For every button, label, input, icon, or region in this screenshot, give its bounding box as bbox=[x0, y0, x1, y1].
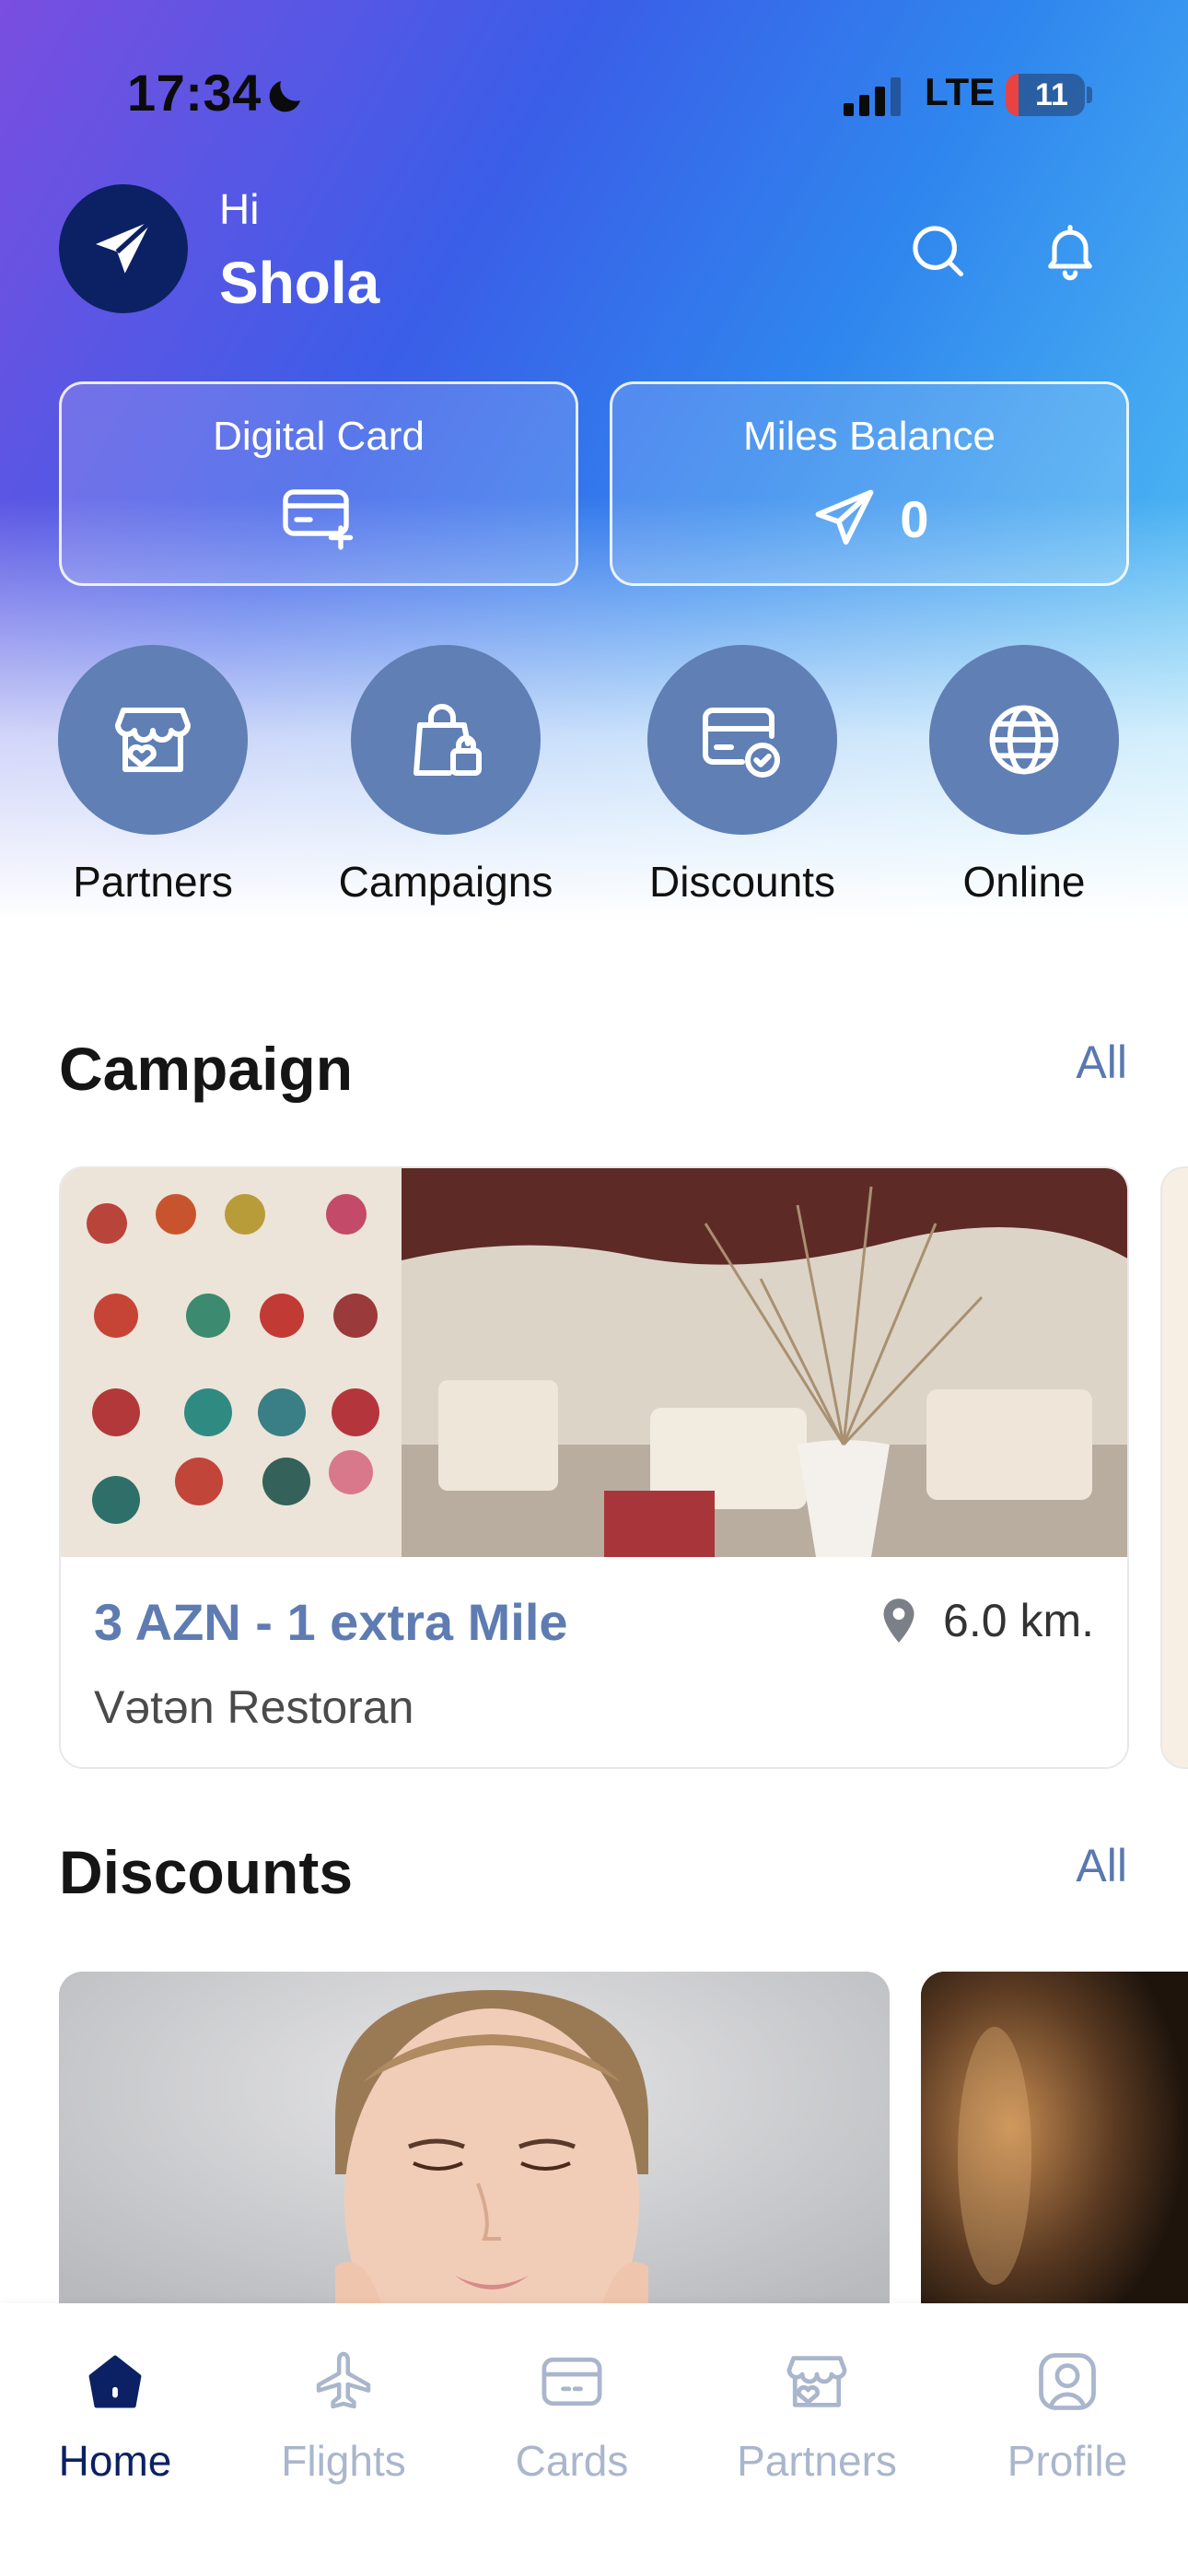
campaign-place-name: Vətən Restoran bbox=[94, 1681, 414, 1733]
cellular-signal-icon bbox=[844, 77, 901, 116]
greeting-text: Hi bbox=[219, 185, 260, 233]
shopping-bag-icon bbox=[413, 704, 482, 776]
restaurant-interior-photo bbox=[61, 1168, 1127, 1557]
miles-balance-title: Miles Balance bbox=[743, 414, 996, 459]
digital-card-title: Digital Card bbox=[213, 414, 425, 459]
location-pin-icon bbox=[883, 1598, 914, 1643]
tab-label: Profile bbox=[1007, 2437, 1128, 2485]
quick-action-partners[interactable]: Partners bbox=[42, 645, 263, 907]
distance-value: 6.0 km. bbox=[943, 1595, 1094, 1646]
next-campaign-card-peek[interactable] bbox=[1160, 1166, 1188, 1769]
tab-label: Cards bbox=[515, 2437, 629, 2485]
campaign-card[interactable]: 3 AZN - 1 extra Mile Vətən Restoran 6.0 … bbox=[59, 1166, 1129, 1769]
status-bar: 17:34 LTE 11 bbox=[0, 0, 1188, 184]
quick-action-campaigns[interactable]: Campaigns bbox=[335, 645, 556, 907]
moon-icon bbox=[269, 81, 300, 112]
card-check-icon bbox=[703, 708, 780, 778]
notifications-button[interactable] bbox=[1033, 214, 1107, 287]
tab-flights[interactable]: Flights bbox=[242, 2340, 445, 2486]
network-type: LTE bbox=[925, 70, 996, 113]
miles-balance-tile[interactable]: Miles Balance 0 bbox=[610, 381, 1129, 586]
battery-cap bbox=[1087, 87, 1092, 103]
campaign-see-all-link[interactable]: All bbox=[1076, 1036, 1127, 1089]
blurred-warm-photo bbox=[921, 1972, 1188, 2359]
tab-label: Partners bbox=[737, 2437, 897, 2485]
battery-icon: 11 bbox=[1006, 74, 1085, 116]
beauty-woman-face-photo bbox=[59, 1972, 890, 2359]
discount-card[interactable] bbox=[59, 1972, 890, 2359]
tab-profile[interactable]: Profile bbox=[966, 2340, 1169, 2486]
search-icon bbox=[913, 226, 964, 277]
discount-card[interactable] bbox=[921, 1972, 1188, 2359]
miles-logo-icon bbox=[816, 489, 874, 545]
discounts-see-all-link[interactable]: All bbox=[1076, 1839, 1127, 1892]
tab-partners[interactable]: Partners bbox=[716, 2340, 918, 2486]
tab-cards[interactable]: Cards bbox=[471, 2340, 673, 2486]
airplane-icon bbox=[316, 2351, 371, 2409]
quick-action-label: Discounts bbox=[649, 858, 835, 906]
user-name: Shola bbox=[219, 250, 380, 316]
tab-home[interactable]: Home bbox=[14, 2340, 216, 2486]
status-time: 17:34 bbox=[127, 64, 262, 122]
globe-icon bbox=[989, 705, 1059, 775]
discounts-section-title: Discounts bbox=[59, 1838, 354, 1906]
digital-card-tile[interactable]: Digital Card bbox=[59, 381, 578, 586]
miles-balance-value: 0 bbox=[900, 489, 929, 548]
campaign-headline: 3 AZN - 1 extra Mile bbox=[94, 1593, 568, 1651]
quick-action-online[interactable]: Online bbox=[914, 645, 1135, 907]
card-icon bbox=[542, 2357, 602, 2406]
quick-action-label: Campaigns bbox=[338, 858, 553, 906]
tab-label: Home bbox=[58, 2437, 172, 2485]
campaign-distance: 6.0 km. bbox=[879, 1594, 1094, 1647]
battery-level: 11 bbox=[1035, 77, 1068, 112]
search-button[interactable] bbox=[901, 214, 974, 287]
add-card-icon bbox=[283, 489, 354, 550]
paper-plane-logo-icon bbox=[96, 219, 153, 274]
user-icon bbox=[1039, 2353, 1096, 2410]
quick-action-discounts[interactable]: Discounts bbox=[632, 645, 853, 907]
home-icon bbox=[88, 2355, 142, 2408]
bottom-tab-bar: Home Flights Cards Partners Profile bbox=[0, 2303, 1188, 2576]
quick-action-label: Partners bbox=[73, 858, 233, 906]
campaign-section-title: Campaign bbox=[59, 1035, 354, 1103]
storefront-heart-icon bbox=[786, 2356, 847, 2407]
brand-avatar[interactable] bbox=[59, 184, 188, 313]
tab-label: Flights bbox=[281, 2437, 406, 2485]
storefront-heart-icon bbox=[115, 708, 191, 772]
bell-icon bbox=[1048, 224, 1092, 281]
quick-action-label: Online bbox=[962, 858, 1086, 906]
